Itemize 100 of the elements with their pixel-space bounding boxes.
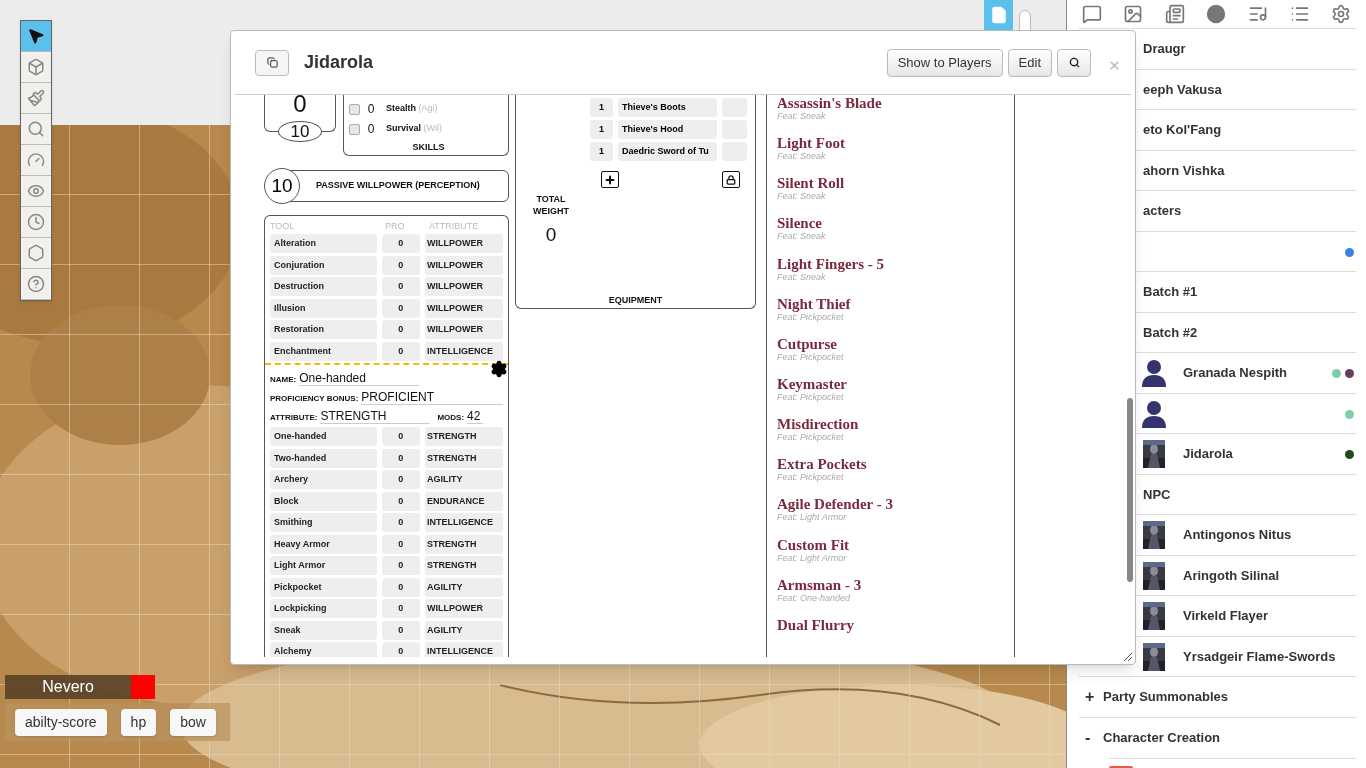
feat-title: Custom Fit xyxy=(777,536,851,553)
lock-button[interactable] xyxy=(722,171,740,188)
search-button[interactable] xyxy=(1057,48,1091,77)
folder-label: Party Summonables xyxy=(1103,688,1228,707)
folder-label: eto Kol'Fang xyxy=(1143,121,1222,139)
attribute-field[interactable]: STRENGTH xyxy=(320,409,431,424)
feat-source: Feat: Pickpocket xyxy=(777,392,844,403)
header-button[interactable]: Show to Players xyxy=(886,48,1003,77)
proficiency-value: 0 xyxy=(381,556,421,576)
proficiency-value: 0 xyxy=(381,513,421,533)
feat-source: Feat: One-handed xyxy=(777,592,852,604)
folder-label: Draugr xyxy=(1143,40,1186,58)
mods-field[interactable]: 42 xyxy=(467,409,484,424)
tool-name: Archery xyxy=(270,470,377,490)
feat-source: Feat: Light Armor xyxy=(777,552,848,564)
newspaper-icon xyxy=(1164,4,1185,24)
eye-icon xyxy=(27,182,45,200)
feat-title: Misdirection xyxy=(777,416,860,433)
skill-checkbox[interactable] xyxy=(349,123,360,135)
proficiency-value: 0 xyxy=(381,534,421,554)
folder-label: NPC xyxy=(1143,485,1171,504)
feat-title: Cutpurse xyxy=(777,335,837,352)
avatar-silhouette-icon xyxy=(1141,359,1167,387)
character-name: Granada Nespith xyxy=(1183,364,1288,382)
pointer-icon xyxy=(27,27,45,45)
tool-name: Destruction xyxy=(270,277,377,297)
folder-header[interactable]: + Party Summonables xyxy=(1079,676,1356,717)
proficiency-value: 0 xyxy=(381,277,421,297)
character-name: Aringoth Silinal xyxy=(1183,566,1280,585)
folder-label: eeph Vakusa xyxy=(1143,80,1222,99)
column-header: TOOL xyxy=(270,220,296,233)
feat-source: Feat: Sneak xyxy=(777,151,827,163)
bonus-field[interactable]: PROFICIENT xyxy=(361,390,503,405)
search-icon xyxy=(1068,57,1080,68)
feat-source: Feat: Sneak xyxy=(777,191,827,203)
character-name: Yrsadgeir Flame-Swords xyxy=(1183,647,1336,666)
macro-button[interactable]: bow xyxy=(170,708,216,736)
feat-source: Feat: Sneak xyxy=(777,271,826,283)
proficiency-value: 0 xyxy=(381,234,421,254)
equipment-title: EQUIPMENT xyxy=(607,293,664,307)
attribute-value: WILLPOWER xyxy=(425,320,503,340)
column-header: PRO xyxy=(385,220,406,233)
proficiency-value: 0 xyxy=(381,427,421,447)
window-title: Jidarola xyxy=(304,51,374,74)
add-item-button[interactable] xyxy=(601,171,619,188)
attribute-value: INTELLIGENCE xyxy=(425,513,503,533)
tool-name: Smithing xyxy=(270,513,377,533)
brush-icon xyxy=(27,89,45,107)
attribute-value: AGILITY xyxy=(425,577,503,597)
character-name: Virkeld Flayer xyxy=(1183,607,1269,625)
skill-checkbox[interactable] xyxy=(349,103,360,115)
tool-name: Restoration xyxy=(270,320,377,340)
page-button[interactable] xyxy=(984,0,1013,30)
feat-source: Feat: Light Armor xyxy=(777,512,848,524)
popout-button[interactable] xyxy=(255,49,289,76)
image-icon xyxy=(1123,4,1144,24)
feat-title: Agile Defender - 3 xyxy=(777,496,894,513)
proficiency-value: 0 xyxy=(381,255,421,275)
feat-title: Extra Pockets xyxy=(777,456,868,473)
attribute-value: STRENGTH xyxy=(425,427,503,447)
attribute-value: INTELLIGENCE xyxy=(425,341,503,361)
item-quantity: 1 xyxy=(590,142,613,161)
folder-header[interactable]: - Character Creation xyxy=(1079,717,1356,758)
plus-icon xyxy=(604,173,616,186)
attribute-value: WILLPOWER xyxy=(425,234,503,254)
settings-icon[interactable] xyxy=(490,360,508,378)
macro-button[interactable]: abilty-score xyxy=(15,708,107,736)
feat-source: Feat: Pickpocket xyxy=(777,432,845,444)
macro-button[interactable]: hp xyxy=(120,708,157,736)
ability-modifier: 10 xyxy=(278,121,322,142)
attribute-value: STRENGTH xyxy=(425,448,503,468)
token-name: Nevero xyxy=(5,675,131,699)
header-button[interactable]: Edit xyxy=(1007,48,1052,77)
feat-source: Feat: Pickpocket xyxy=(777,472,845,484)
scrollbar[interactable] xyxy=(1127,398,1133,582)
tool-button[interactable] xyxy=(21,21,51,52)
proficiency-value: 0 xyxy=(381,341,421,361)
item-quantity: 1 xyxy=(590,120,613,139)
feat-source: Feat: Pickpocket xyxy=(777,311,845,323)
weight-value: 0 xyxy=(544,223,558,247)
avatar-silhouette-icon xyxy=(1141,399,1167,428)
folder-label: ahorn Vishka xyxy=(1143,161,1225,180)
page-icon xyxy=(989,6,1008,24)
proficiency-value: 0 xyxy=(381,491,421,511)
proficiency-value: 0 xyxy=(381,599,421,619)
field-label: MODS: xyxy=(437,412,465,424)
ability-score: 0 xyxy=(293,95,307,119)
name-field[interactable]: One-handed xyxy=(299,371,420,386)
attribute-value: INTELLIGENCE xyxy=(425,642,503,657)
feat-title: Light Foot xyxy=(777,135,846,152)
column-header: ATTRIBUTE xyxy=(429,220,479,233)
tool-name: Alchemy xyxy=(270,642,377,657)
settings-icon xyxy=(1331,4,1352,24)
attribute-value: WILLPOWER xyxy=(425,255,503,275)
tool-name: One-handed xyxy=(270,427,377,447)
folder-label: Batch #2 xyxy=(1143,323,1198,342)
item-name: Daedric Sword of Tu xyxy=(618,142,717,161)
attribute-value: WILLPOWER xyxy=(425,277,503,297)
cube-icon xyxy=(27,58,45,76)
resize-grip-icon[interactable] xyxy=(1123,652,1133,662)
